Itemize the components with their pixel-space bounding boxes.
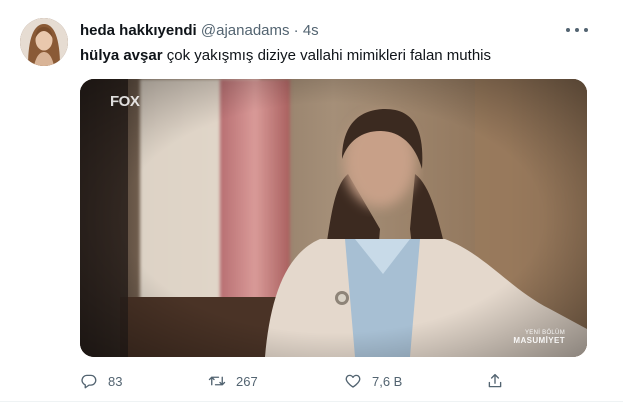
channel-logo: FOX: [110, 93, 140, 110]
share-icon: [488, 373, 502, 388]
like-button[interactable]: 7,6 B: [344, 372, 402, 390]
caption-line-2: MASUMİYET: [513, 336, 565, 345]
reply-icon: [81, 374, 97, 389]
share-button[interactable]: [486, 372, 514, 390]
author-display-name[interactable]: heda hakkıyendi: [80, 22, 197, 39]
tweet-actions: 83 267 7,6 B: [80, 372, 510, 392]
tweet-media[interactable]: FOX YENİ BÖLÜM MASUMİYET: [80, 79, 587, 357]
tweet-mention: hülya avşar: [80, 47, 163, 64]
tweet-text: hülya avşar çok yakışmış diziye vallahi …: [80, 47, 491, 64]
retweet-button[interactable]: 267: [208, 372, 258, 390]
reply-button[interactable]: 83: [80, 372, 122, 390]
reply-count: 83: [108, 373, 123, 389]
media-caption: YENİ BÖLÜM MASUMİYET: [513, 330, 565, 345]
tweet-divider: [0, 401, 623, 402]
like-count: 7,6 B: [372, 373, 403, 389]
tweet-body: çok yakışmış diziye vallahi mimikleri fa…: [162, 47, 491, 64]
tweet-timestamp[interactable]: 4s: [303, 22, 319, 39]
media-video-frame: [80, 79, 587, 357]
retweet-count: 267: [236, 373, 258, 389]
more-horizontal-icon[interactable]: [566, 22, 588, 38]
avatar[interactable]: [20, 18, 68, 66]
retweet-icon: [208, 376, 226, 386]
author-handle[interactable]: @ajanadams: [201, 22, 290, 39]
header-separator: ·: [293, 22, 299, 39]
tweet-header: heda hakkıyendi @ajanadams · 4s: [80, 22, 319, 39]
heart-icon: [345, 374, 361, 388]
tweet[interactable]: heda hakkıyendi @ajanadams · 4s hülya av…: [0, 0, 623, 405]
